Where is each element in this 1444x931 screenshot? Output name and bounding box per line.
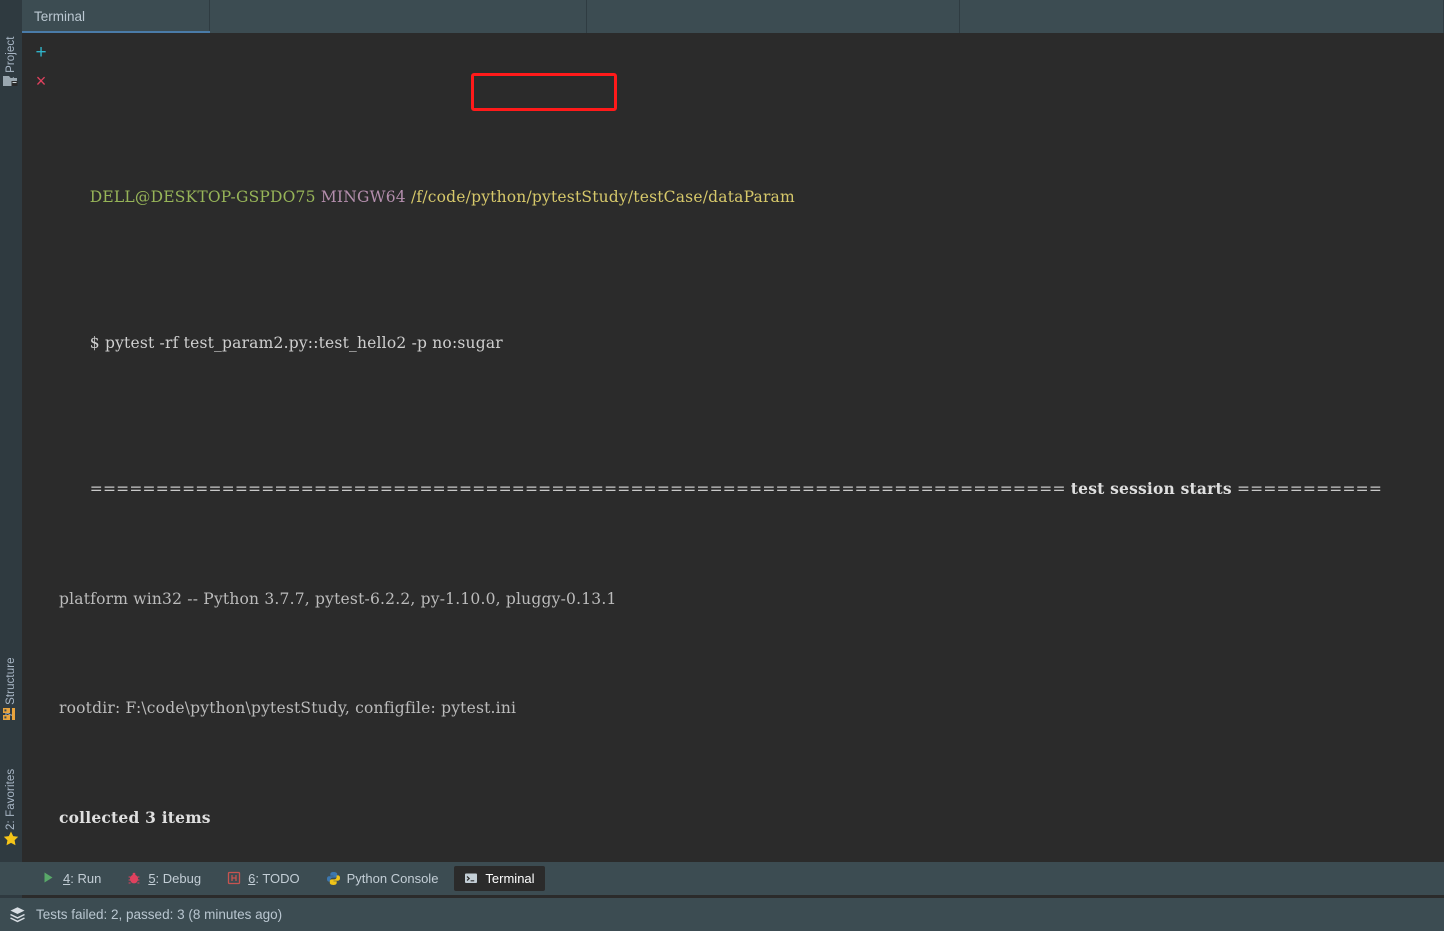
sidebar-item-favorites[interactable]: 2: Favorites: [0, 744, 22, 830]
close-session-x-icon[interactable]: ×: [31, 71, 51, 91]
session-header-line: ========================================…: [59, 435, 1444, 498]
command-line: $ pytest -rf test_param2.py::test_hello2…: [59, 289, 1444, 352]
python-console-icon: [326, 871, 341, 886]
platform-line: platform win32 -- Python 3.7.7, pytest-6…: [59, 589, 617, 608]
tool-window-python-console[interactable]: Python Console: [316, 866, 449, 891]
tool-window-todo[interactable]: 6: TODO: [217, 866, 310, 891]
status-bar-text: Tests failed: 2, passed: 3 (8 minutes ag…: [36, 907, 283, 922]
structure-icon: [2, 706, 20, 724]
prompt-shell: MINGW64: [320, 188, 406, 206]
tool-window-run-label: 4: Run: [63, 871, 102, 886]
session-header-text: test session starts: [1070, 479, 1232, 498]
rootdir-line: rootdir: F:\code\python\pytestStudy, con…: [59, 699, 517, 717]
debug-bug-icon: [127, 871, 142, 886]
tab-terminal-label: Terminal: [34, 9, 86, 24]
run-play-icon: [42, 871, 57, 886]
tool-window-todo-label: 6: TODO: [248, 871, 300, 886]
prompt-line: DELL@DESKTOP-GSPDO75 MINGW64 /f/code/pyt…: [59, 143, 1444, 206]
terminal-output[interactable]: DELL@DESKTOP-GSPDO75 MINGW64 /f/code/pyt…: [59, 33, 1444, 843]
session-sep-right: ===========: [1236, 480, 1383, 498]
tool-window-debug[interactable]: 5: Debug: [117, 866, 211, 891]
terminal-session-gutter: + ×: [22, 33, 59, 843]
tab-bar-empty-slot-2: [587, 0, 960, 33]
session-sep-left: ========================================…: [89, 480, 1066, 498]
status-bar: Tests failed: 2, passed: 3 (8 minutes ag…: [0, 898, 1444, 931]
prompt-dollar: $: [89, 334, 100, 352]
terminal-icon: [464, 871, 479, 886]
tool-window-python-console-label: Python Console: [346, 871, 439, 886]
pycharm-window: 1: Project 7: Structure 2: Favorites Ter…: [0, 0, 1444, 931]
command-highlighted-flag: -p no:sugar: [411, 334, 503, 352]
bottom-tool-window-bar: 4: Run 5: Debug 6: TODO Python Console T…: [0, 862, 1444, 895]
tab-bar-empty-slot-1: [210, 0, 587, 33]
tool-window-terminal[interactable]: Terminal: [454, 866, 545, 891]
tool-window-debug-label: 5: Debug: [148, 871, 202, 886]
new-session-plus-icon[interactable]: +: [31, 42, 51, 62]
left-tool-strip: 1: Project 7: Structure 2: Favorites: [0, 0, 22, 898]
prompt-path: /f/code/python/pytestStudy/testCase/data…: [410, 188, 795, 206]
command-text: pytest -rf test_param2.py::test_hello2: [104, 334, 412, 352]
tab-terminal[interactable]: Terminal: [22, 0, 210, 33]
tool-window-terminal-label: Terminal: [485, 871, 535, 886]
terminal-tab-bar: Terminal: [22, 0, 1444, 33]
tab-bar-empty-slot-3: [960, 0, 1444, 33]
collected-line: collected 3 items: [59, 807, 211, 827]
prompt-user: DELL@DESKTOP-GSPDO75: [89, 188, 316, 206]
test-results-layers-icon: [8, 905, 27, 924]
todo-icon: [227, 871, 242, 886]
sidebar-item-favorites-label: 2: Favorites: [5, 768, 17, 830]
project-folder-icon: [2, 72, 20, 90]
favorites-star-icon: [2, 830, 20, 848]
tool-window-run[interactable]: 4: Run: [32, 866, 111, 891]
